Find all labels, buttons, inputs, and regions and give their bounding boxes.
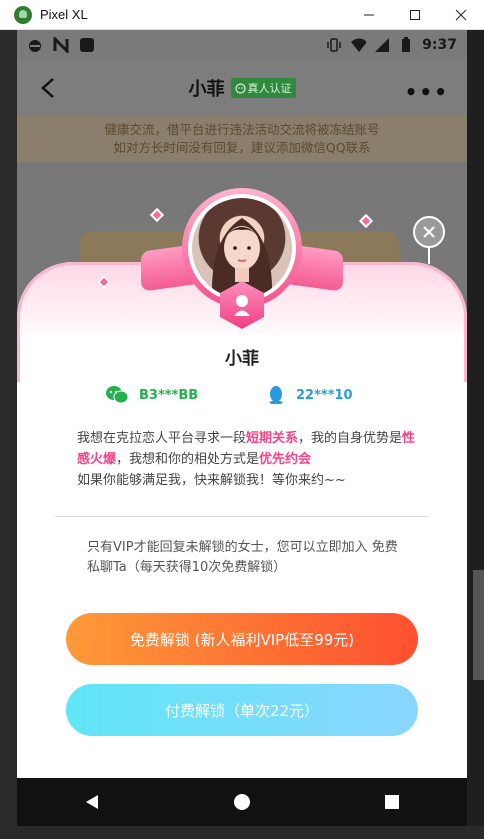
emulator-side-panel bbox=[467, 30, 484, 839]
battery-icon bbox=[398, 37, 414, 53]
signal-icon bbox=[374, 37, 390, 53]
window-controls bbox=[346, 0, 484, 30]
notice-line-1: 健康交流，借平台进行违法活动交流将被冻结账号 bbox=[104, 122, 380, 137]
side-panel-handle[interactable] bbox=[473, 570, 484, 680]
wechat-id: B3***BB bbox=[139, 387, 199, 403]
minimize-button[interactable] bbox=[346, 0, 392, 30]
face-check-icon bbox=[234, 82, 246, 94]
maximize-button[interactable] bbox=[392, 0, 438, 30]
recents-square-icon bbox=[385, 795, 399, 809]
intro-highlight: 短期关系 bbox=[246, 431, 299, 446]
back-button[interactable] bbox=[35, 74, 63, 102]
more-options-icon[interactable]: ••• bbox=[405, 80, 449, 104]
maximize-icon bbox=[410, 10, 420, 20]
intro-part: 如果你能够满足我，快来解锁我！等你来约~~ bbox=[77, 473, 346, 488]
close-connector bbox=[428, 248, 430, 264]
notice-line-2: 如对方长时间没有回复，建议添加微信QQ联系 bbox=[113, 140, 371, 155]
verified-label: 真人认证 bbox=[247, 82, 292, 95]
close-window-button[interactable] bbox=[438, 0, 484, 30]
vibrate-icon bbox=[326, 37, 342, 53]
intro-part: 我想在克拉恋人平台寻求一段 bbox=[77, 431, 247, 446]
divider bbox=[55, 516, 429, 517]
qq-id: 22***10 bbox=[296, 387, 353, 403]
window-titlebar: Pixel XL bbox=[0, 0, 484, 30]
close-icon bbox=[423, 226, 435, 238]
vip-note: 只有VIP才能回复未解锁的女士，您可以立即加入 免费私聊Ta（每天获得10次免费… bbox=[87, 540, 398, 575]
status-time: 9:37 bbox=[422, 37, 457, 53]
wechat-contact[interactable]: B3***BB bbox=[105, 385, 198, 405]
back-triangle-icon bbox=[86, 795, 98, 809]
wechat-icon bbox=[106, 386, 129, 404]
qq-contact[interactable]: 22***10 bbox=[266, 385, 353, 405]
emulator-left-border bbox=[0, 30, 17, 839]
notification-n-icon bbox=[53, 37, 69, 53]
nav-home-button[interactable] bbox=[222, 782, 262, 822]
home-circle-icon bbox=[234, 794, 250, 810]
wifi-icon bbox=[350, 37, 367, 53]
dialog-close-button[interactable] bbox=[413, 216, 445, 248]
intro-part: ，我想和你的相处方式是 bbox=[116, 452, 260, 467]
emulator-bottom-border bbox=[0, 826, 484, 839]
close-icon bbox=[455, 9, 467, 21]
android-debug-icon bbox=[27, 37, 43, 53]
female-silhouette-icon bbox=[234, 295, 250, 316]
back-arrow-icon bbox=[41, 78, 54, 98]
paid-unlock-button[interactable]: 付费解锁（单次22元） bbox=[66, 684, 418, 736]
free-unlock-button[interactable]: 免费解锁 (新人福利VIP低至99元) bbox=[66, 613, 418, 665]
verified-badge: 真人认证 bbox=[230, 78, 296, 98]
nav-recents-button[interactable] bbox=[372, 782, 412, 822]
device-screen: 9:37 小菲 真人认证 ••• 健康交流，借平台进行违法活动交流将被冻结账号 … bbox=[17, 30, 467, 826]
intro-part: ，我的自身优势是 bbox=[298, 431, 403, 446]
nav-back-button[interactable] bbox=[72, 782, 112, 822]
minimize-icon bbox=[364, 14, 374, 16]
contact-methods: B3***BB 22***10 bbox=[17, 385, 467, 407]
app-notification-icon bbox=[79, 37, 95, 53]
intro-highlight: 优先约会 bbox=[259, 452, 312, 467]
chat-header: 小菲 真人认证 ••• bbox=[17, 60, 467, 116]
qq-penguin-icon bbox=[269, 386, 283, 404]
intro-text: 我想在克拉恋人平台寻求一段短期关系，我的自身优势是性感火爆，我想和你的相处方式是… bbox=[77, 428, 417, 491]
safety-notice: 健康交流，借平台进行违法活动交流将被冻结账号 如对方长时间没有回复，建议添加微信… bbox=[17, 116, 467, 162]
contact-name: 小菲 bbox=[188, 79, 225, 100]
android-icon bbox=[14, 5, 32, 24]
window-title: Pixel XL bbox=[40, 7, 88, 22]
android-nav-bar bbox=[17, 778, 467, 826]
status-bar: 9:37 bbox=[17, 30, 467, 60]
dialog-contact-name: 小菲 bbox=[225, 349, 259, 369]
